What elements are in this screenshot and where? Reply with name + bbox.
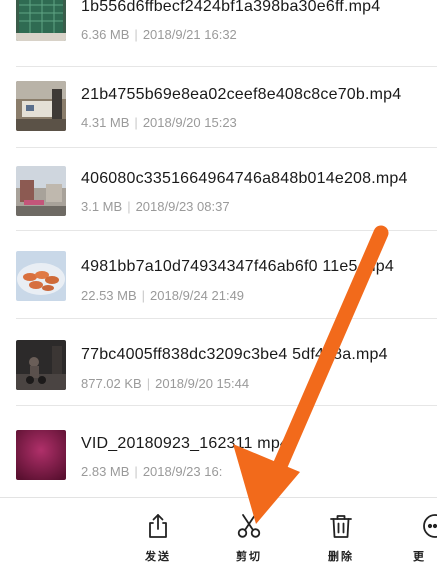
file-date: 2018/9/24 21:49 <box>150 288 245 303</box>
more-button[interactable]: 更 <box>397 498 437 570</box>
cut-button[interactable]: 剪切 <box>219 498 279 570</box>
file-name: 21b4755b69e8ea02ceef8e408c8ce70b.mp4 <box>81 86 402 103</box>
file-size: 6.36 MB <box>81 27 130 42</box>
more-icon <box>423 514 437 538</box>
night-rider-thumbnail <box>16 340 66 390</box>
share-icon <box>149 514 167 538</box>
file-date: 2018/9/21 16:32 <box>142 27 237 42</box>
magenta-thumbnail <box>16 430 66 480</box>
file-list: 1b556d6ffbecf2424bf1a398ba30e6ff.mp4 6.3… <box>0 0 437 497</box>
file-size: 2.83 MB <box>81 464 130 479</box>
file-date: 2018/9/23 16: <box>142 464 223 479</box>
send-button[interactable]: 发送 <box>128 498 188 570</box>
cut-label: 剪切 <box>236 550 262 563</box>
file-size: 4.31 MB <box>81 115 130 130</box>
file-size: 877.02 KB <box>81 376 142 391</box>
list-item[interactable]: 1b556d6ffbecf2424bf1a398ba30e6ff.mp4 6.3… <box>0 0 437 56</box>
bottom-toolbar: 发送 剪切 删除 更 <box>0 497 437 570</box>
green-board-thumbnail <box>16 0 66 41</box>
scissors-icon <box>237 514 261 538</box>
file-meta: 3.1 MB | 2018/9/23 08:37 <box>81 199 230 214</box>
file-date: 2018/9/20 15:44 <box>155 376 250 391</box>
list-item[interactable]: 77bc4005ff838dc3209c3be4 5df488a.mp4 877… <box>0 319 437 399</box>
file-name: 406080c3351664964746a848b014e208.mp4 <box>81 170 408 187</box>
file-date: 2018/9/20 15:23 <box>142 115 237 130</box>
file-name: 77bc4005ff838dc3209c3be4 5df488a.mp4 <box>81 346 388 363</box>
file-meta: 2.83 MB | 2018/9/23 16: <box>81 464 223 479</box>
file-size: 22.53 MB <box>81 288 137 303</box>
file-meta: 877.02 KB | 2018/9/20 15:44 <box>81 376 250 391</box>
more-label: 更 <box>413 550 426 563</box>
list-item[interactable]: 21b4755b69e8ea02ceef8e408c8ce70b.mp4 4.3… <box>0 67 437 147</box>
list-item[interactable]: 406080c3351664964746a848b014e208.mp4 3.1… <box>0 148 437 228</box>
delete-button[interactable]: 删除 <box>311 498 371 570</box>
file-size: 3.1 MB <box>81 199 123 214</box>
file-meta: 4.31 MB | 2018/9/20 15:23 <box>81 115 237 130</box>
file-meta: 22.53 MB | 2018/9/24 21:49 <box>81 288 245 303</box>
trash-icon <box>330 515 352 538</box>
list-item[interactable]: 4981bb7a10d74934347f46ab6f0 11e5.mp4 22.… <box>0 231 437 311</box>
file-meta: 6.36 MB | 2018/9/21 16:32 <box>81 27 237 42</box>
food-plate-thumbnail <box>16 251 66 301</box>
delete-label: 删除 <box>328 550 354 563</box>
send-label: 发送 <box>145 550 171 563</box>
file-name: 1b556d6ffbecf2424bf1a398ba30e6ff.mp4 <box>81 0 381 15</box>
file-name: 4981bb7a10d74934347f46ab6f0 11e5.mp4 <box>81 258 394 275</box>
building-thumbnail <box>16 166 66 216</box>
file-name: VID_20180923_162311 mp4 <box>81 435 290 452</box>
file-date: 2018/9/23 08:37 <box>135 199 230 214</box>
list-item[interactable]: VID_20180923_162311 mp4 2.83 MB | 2018/9/2… <box>0 406 437 486</box>
street-stall-thumbnail <box>16 81 66 131</box>
